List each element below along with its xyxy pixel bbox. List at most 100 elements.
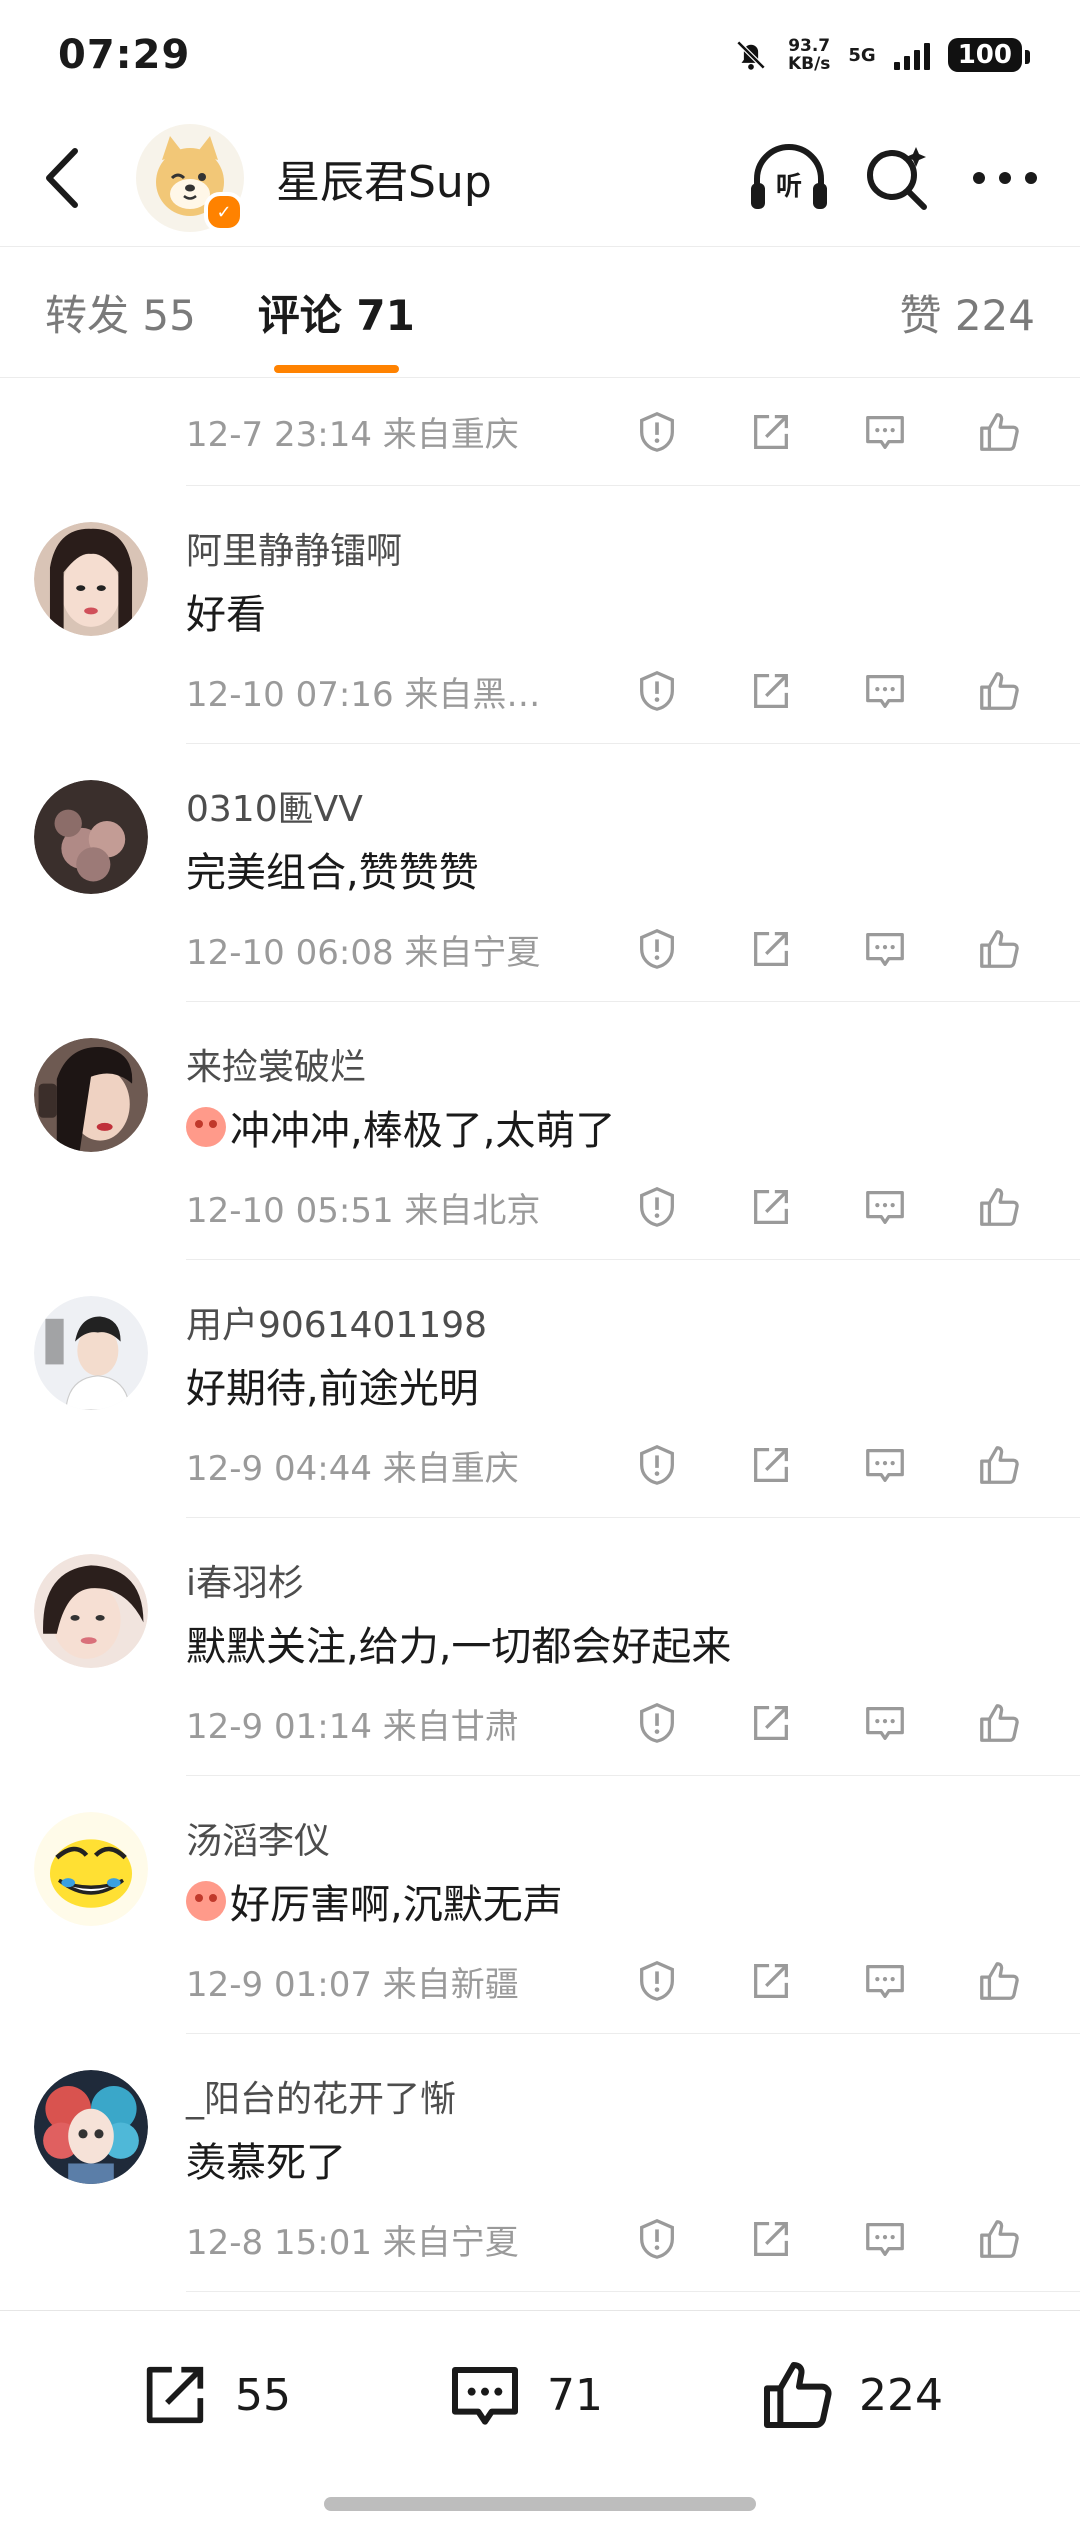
tab-repost[interactable]: 转发 55 (45, 282, 196, 343)
share-button[interactable] (736, 914, 806, 984)
share-button[interactable] (736, 397, 806, 467)
top-nav-bar: ✓ 星辰君Sup 听 (0, 110, 1080, 246)
shield-alert-icon (640, 1703, 674, 1743)
report-button[interactable] (622, 656, 692, 726)
report-button[interactable] (622, 397, 692, 467)
like-button[interactable] (964, 656, 1034, 726)
comment-icon (866, 932, 904, 966)
reply-button[interactable] (850, 914, 920, 984)
comment-item[interactable]: 阿里静静镭啊 好看 12-10 07:16 来自黑… (34, 486, 1080, 744)
mute-bell-icon (736, 40, 766, 70)
like-button[interactable] (964, 2204, 1034, 2274)
reply-button[interactable] (850, 1430, 920, 1500)
user-avatar[interactable] (34, 1554, 148, 1668)
comment-icon (866, 1706, 904, 1740)
network-type: 5G (848, 44, 876, 66)
like-button[interactable] (964, 914, 1034, 984)
comment-actions (578, 914, 1034, 984)
comment-button[interactable]: 71 (445, 2355, 603, 2435)
share-button[interactable] (736, 2204, 806, 2274)
share-button[interactable] (736, 1946, 806, 2016)
user-avatar[interactable] (34, 1038, 148, 1152)
search-button[interactable] (852, 133, 942, 223)
comment-text: 好看 (186, 582, 266, 640)
report-button[interactable] (622, 1172, 692, 1242)
comment-text: 默默关注,给力,一切都会好起来 (186, 1614, 731, 1672)
share-button[interactable] (736, 1430, 806, 1500)
report-button[interactable] (622, 2204, 692, 2274)
back-button[interactable] (30, 146, 94, 210)
comment-item[interactable]: 汤滔李仪 好厉害啊,沉默无声 12-9 01:07 来自新疆 (34, 1776, 1080, 2034)
comment-item[interactable]: 来捡裳破烂 冲冲冲,棒极了,太萌了 12-10 05:51 来自北京 (34, 1002, 1080, 1260)
comment-item[interactable]: 0310匭VV 完美组合,赞赞赞 12-10 06:08 来自宁夏 (34, 744, 1080, 1002)
reply-button[interactable] (850, 1946, 920, 2016)
reply-button[interactable] (850, 1172, 920, 1242)
comment-meta-row: 12-10 07:16 来自黑… (186, 666, 1034, 716)
like-button[interactable] (964, 397, 1034, 467)
comment-actions (578, 1688, 1034, 1758)
comment-meta-row: 12-9 01:07 来自新疆 (186, 1956, 1034, 2006)
comment-meta-row: 12-10 06:08 来自宁夏 (186, 924, 1034, 974)
user-avatar[interactable] (34, 1812, 148, 1926)
tab-comment[interactable]: 评论 71 (258, 282, 415, 373)
share-icon (754, 2222, 788, 2256)
emoji-icon (186, 1107, 226, 1147)
thumbs-up-icon (980, 930, 1019, 968)
like-button[interactable] (964, 1688, 1034, 1758)
report-button[interactable] (622, 1688, 692, 1758)
author-name[interactable]: 星辰君Sup (276, 146, 726, 210)
shield-alert-icon (640, 1445, 674, 1485)
share-button[interactable] (736, 656, 806, 726)
user-avatar[interactable] (34, 780, 148, 894)
search-sparkle-icon (867, 147, 927, 210)
share-button[interactable] (736, 1172, 806, 1242)
report-button[interactable] (622, 1946, 692, 2016)
report-button[interactable] (622, 914, 692, 984)
comment-username[interactable]: 来捡裳破烂 (186, 1038, 366, 1090)
like-button[interactable] (964, 1946, 1034, 2016)
comment-username[interactable]: i春羽杉 (186, 1554, 304, 1606)
user-avatar[interactable] (34, 1296, 148, 1410)
comment-actions (578, 2204, 1034, 2274)
comment-username[interactable]: 汤滔李仪 (186, 1812, 330, 1864)
tab-bar: 转发 55 评论 71 赞 224 (0, 246, 1080, 378)
comment-username[interactable]: 阿里静静镭啊 (186, 522, 402, 574)
share-icon (754, 1448, 788, 1482)
comment-username[interactable]: _阳台的花开了惭 (186, 2070, 456, 2122)
share-button[interactable] (736, 1688, 806, 1758)
comment-list[interactable]: 12-7 23:14 来自重庆 阿里静静镭啊 好看 12-10 07:16 来自… (0, 378, 1080, 2310)
reply-button[interactable] (850, 1688, 920, 1758)
comment-username[interactable]: 0310匭VV (186, 780, 363, 832)
comment-text: 冲冲冲,棒极了,太萌了 (186, 1098, 615, 1156)
more-button[interactable] (960, 133, 1050, 223)
repost-button[interactable]: 55 (137, 2357, 291, 2433)
comment-text-content: 冲冲冲,棒极了,太萌了 (230, 1108, 616, 1154)
like-button[interactable]: 224 (757, 2355, 943, 2435)
author-avatar[interactable]: ✓ (136, 124, 244, 232)
comment-item[interactable]: i春羽杉 默默关注,给力,一切都会好起来 12-9 01:14 来自甘肃 (34, 1518, 1080, 1776)
like-button[interactable] (964, 1430, 1034, 1500)
network-speed: 93.7 KB/s (788, 37, 830, 73)
like-button[interactable] (964, 1172, 1034, 1242)
user-avatar[interactable] (34, 2070, 148, 2184)
home-indicator[interactable] (324, 2497, 756, 2511)
comment-text-content: 好看 (186, 592, 266, 638)
comment-icon (866, 1964, 904, 1998)
report-button[interactable] (622, 1430, 692, 1500)
comment-icon (866, 2222, 904, 2256)
comment-username[interactable]: 用户9061401198 (186, 1296, 487, 1348)
share-icon (754, 674, 788, 708)
user-avatar[interactable] (34, 522, 148, 636)
reply-button[interactable] (850, 397, 920, 467)
chevron-left-icon (46, 148, 78, 208)
thumbs-up-icon (980, 1704, 1019, 1742)
tab-like[interactable]: 赞 224 (899, 282, 1035, 343)
reply-button[interactable] (850, 2204, 920, 2274)
comment-item[interactable]: 用户9061401198 好期待,前途光明 12-9 04:44 来自重庆 (34, 1260, 1080, 1518)
network-speed-unit: KB/s (787, 54, 831, 74)
comment-icon (866, 1190, 904, 1224)
listen-button[interactable]: 听 (744, 133, 834, 223)
comment-item[interactable]: _阳台的花开了惭 羡慕死了 12-8 15:01 来自宁夏 (34, 2034, 1080, 2292)
reply-button[interactable] (850, 656, 920, 726)
bottom-action-bar: 55 71 224 (0, 2310, 1080, 2532)
